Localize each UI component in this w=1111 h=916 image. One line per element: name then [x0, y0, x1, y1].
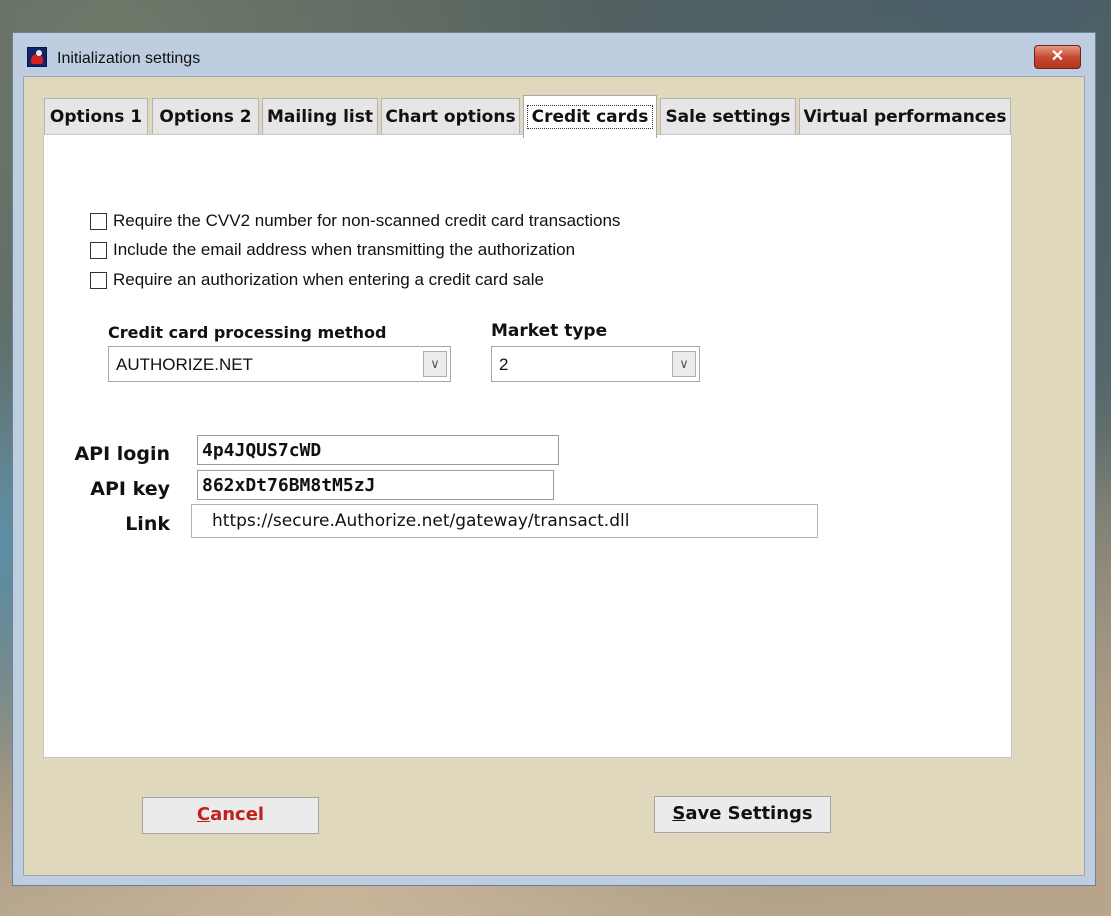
dialog-client-area: Options 1 Options 2 Mailing list Chart o… — [23, 76, 1085, 876]
api-key-input[interactable]: 862xDt76BM8tM5zJ — [197, 470, 554, 500]
credit-cards-panel: Require the CVV2 number for non-scanned … — [43, 134, 1012, 758]
market-type-value: 2 — [499, 355, 509, 374]
window-title: Initialization settings — [57, 50, 201, 67]
api-key-label: API key — [90, 478, 170, 500]
tab-sale-settings[interactable]: Sale settings — [660, 98, 796, 135]
cvv2-checkbox[interactable] — [90, 212, 107, 230]
cvv2-checkbox-row[interactable]: Require the CVV2 number for non-scanned … — [90, 209, 620, 233]
close-button[interactable]: ✕ — [1034, 45, 1081, 69]
title-bar[interactable]: Initialization settings ✕ — [13, 33, 1095, 77]
email-checkbox-row[interactable]: Include the email address when transmitt… — [90, 238, 575, 262]
processing-method-select[interactable]: AUTHORIZE.NET ∨ — [108, 346, 451, 382]
tab-label: Virtual performances — [803, 107, 1007, 127]
cancel-mnemonic: C — [196, 804, 211, 825]
tab-credit-cards[interactable]: Credit cards — [523, 95, 657, 138]
api-login-input[interactable]: 4p4JQUS7cWD — [197, 435, 559, 465]
tab-mailing-list[interactable]: Mailing list — [262, 98, 378, 135]
market-type-select[interactable]: 2 ∨ — [491, 346, 700, 382]
link-label: Link — [125, 513, 170, 535]
authorization-checkbox[interactable] — [90, 271, 107, 289]
authorization-checkbox-label: Require an authorization when entering a… — [113, 270, 544, 289]
processing-method-label: Credit card processing method — [108, 323, 387, 342]
email-checkbox[interactable] — [90, 241, 107, 259]
tab-label: Options 1 — [49, 107, 143, 127]
tab-virtual-performances[interactable]: Virtual performances — [799, 98, 1011, 135]
tab-label: Options 2 — [159, 107, 252, 127]
tab-options-1[interactable]: Options 1 — [44, 98, 148, 135]
email-checkbox-label: Include the email address when transmitt… — [113, 240, 576, 259]
tab-label: Chart options — [385, 107, 516, 127]
link-input[interactable]: https://secure.Authorize.net/gateway/tra… — [191, 504, 818, 538]
api-login-label: API login — [74, 443, 170, 465]
chevron-down-icon[interactable]: ∨ — [672, 351, 696, 377]
save-settings-button[interactable]: Save Settings — [654, 796, 831, 833]
close-icon: ✕ — [1050, 48, 1065, 65]
tab-chart-options[interactable]: Chart options — [381, 98, 520, 135]
cancel-label: ancel — [210, 804, 265, 825]
cancel-button[interactable]: Cancel — [142, 797, 319, 834]
authorization-checkbox-row[interactable]: Require an authorization when entering a… — [90, 268, 544, 292]
cvv2-checkbox-label: Require the CVV2 number for non-scanned … — [113, 211, 621, 230]
save-label: ave Settings — [685, 803, 813, 824]
settings-window: Initialization settings ✕ Options 1 Opti… — [12, 32, 1096, 886]
tab-label: Sale settings — [665, 107, 791, 127]
tab-options-2[interactable]: Options 2 — [152, 98, 259, 135]
processing-method-value: AUTHORIZE.NET — [116, 355, 253, 374]
tab-label: Mailing list — [267, 107, 373, 127]
chevron-down-icon[interactable]: ∨ — [423, 351, 447, 377]
app-logo-icon — [27, 47, 47, 67]
save-mnemonic: S — [672, 803, 686, 824]
tab-label: Credit cards — [526, 105, 654, 129]
market-type-label: Market type — [491, 321, 608, 341]
